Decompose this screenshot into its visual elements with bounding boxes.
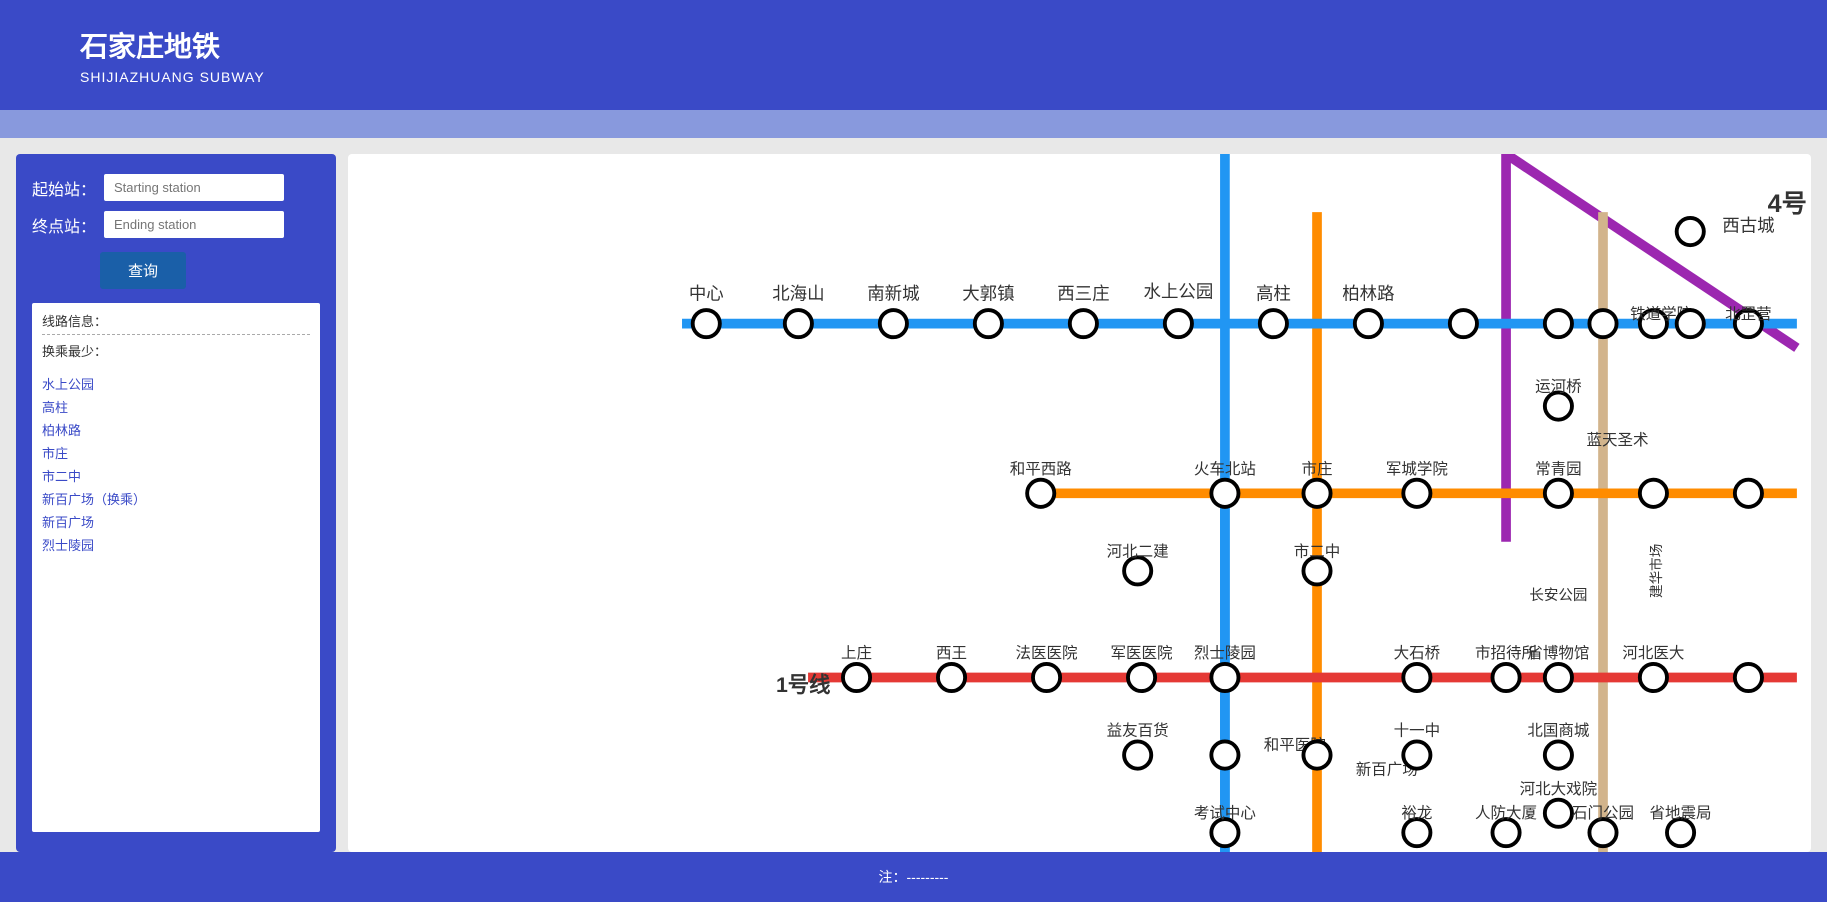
svg-text:裕龙: 裕龙 xyxy=(1401,804,1432,822)
svg-text:烈士陵园: 烈士陵园 xyxy=(1194,644,1256,662)
station-list-item[interactable]: 市庄 xyxy=(42,441,310,464)
header: 石家庄地铁 SHIJIAZHUANG SUBWAY xyxy=(0,0,1827,110)
svg-text:长安公园: 长安公园 xyxy=(1529,587,1587,604)
svg-text:省博物馆: 省博物馆 xyxy=(1527,644,1589,662)
svg-text:常青园: 常青园 xyxy=(1535,460,1582,478)
end-station-row: 终点站： xyxy=(32,211,320,238)
svg-text:西古城: 西古城 xyxy=(1722,216,1774,236)
svg-text:河北大戏院: 河北大戏院 xyxy=(1520,779,1598,798)
station-list-item[interactable]: 高柱 xyxy=(42,395,310,418)
start-label: 起始站： xyxy=(32,176,96,200)
end-station-input[interactable] xyxy=(104,211,284,238)
svg-text:军城学院: 军城学院 xyxy=(1386,459,1448,478)
svg-text:和平西路: 和平西路 xyxy=(1010,460,1073,478)
svg-text:火车北站: 火车北站 xyxy=(1194,460,1256,478)
footer-note: 注：--------- xyxy=(879,867,949,887)
svg-text:市庄: 市庄 xyxy=(1302,460,1333,478)
transfer-label: 换乘最少： xyxy=(42,341,310,360)
start-station-input[interactable] xyxy=(104,174,284,201)
route-info-panel: 线路信息： 换乘最少： 水上公园高柱柏林路市庄市二中新百广场（换乘）新百广场烈士… xyxy=(32,303,320,832)
station-list: 水上公园高柱柏林路市庄市二中新百广场（换乘）新百广场烈士陵园 xyxy=(42,372,310,556)
svg-text:法医医院: 法医医院 xyxy=(1016,643,1078,662)
station-list-item[interactable]: 新百广场 xyxy=(42,510,310,533)
svg-text:南新城: 南新城 xyxy=(867,283,919,303)
svg-text:中心: 中心 xyxy=(689,283,724,303)
svg-text:柏林路: 柏林路 xyxy=(1342,283,1394,303)
svg-text:市二中: 市二中 xyxy=(1294,542,1341,560)
svg-text:石门公园: 石门公园 xyxy=(1572,804,1634,822)
svg-text:4号: 4号 xyxy=(1768,190,1807,218)
svg-text:1号线: 1号线 xyxy=(776,672,830,697)
app-title-chinese: 石家庄地铁 xyxy=(80,25,265,65)
app-title-english: SHIJIAZHUANG SUBWAY xyxy=(80,69,265,85)
svg-text:十一中: 十一中 xyxy=(1394,722,1441,740)
svg-text:水上公园: 水上公园 xyxy=(1144,281,1214,301)
footer: 注：--------- xyxy=(0,852,1827,902)
svg-text:益友百货: 益友百货 xyxy=(1107,722,1169,740)
svg-text:建华市场: 建华市场 xyxy=(1648,544,1664,598)
station-list-item[interactable]: 柏林路 xyxy=(42,418,310,441)
subway-map-container[interactable]: 中心 北海山 南新城 大郭镇 西三庄 水上公园 高柱 柏林路 和平西路 火车北站… xyxy=(348,154,1811,852)
svg-text:军医医院: 军医医院 xyxy=(1111,643,1173,662)
svg-text:北海山: 北海山 xyxy=(772,283,824,303)
route-info-title: 线路信息： xyxy=(42,311,310,335)
svg-text:考试中心: 考试中心 xyxy=(1194,804,1256,822)
query-button[interactable]: 查询 xyxy=(100,252,186,289)
left-panel: 起始站： 终点站： 查询 线路信息： 换乘最少： 水上公园高柱柏林路市庄市二中新… xyxy=(16,154,336,852)
subway-map-svg: 中心 北海山 南新城 大郭镇 西三庄 水上公园 高柱 柏林路 和平西路 火车北站… xyxy=(348,154,1811,852)
svg-text:西王: 西王 xyxy=(936,645,967,662)
main-content: 起始站： 终点站： 查询 线路信息： 换乘最少： 水上公园高柱柏林路市庄市二中新… xyxy=(0,138,1827,852)
end-label: 终点站： xyxy=(32,213,96,237)
svg-text:高柱: 高柱 xyxy=(1256,283,1291,303)
station-list-item[interactable]: 烈士陵园 xyxy=(42,533,310,556)
svg-text:河北二建: 河北二建 xyxy=(1107,542,1169,560)
station-list-item[interactable]: 市二中 xyxy=(42,464,310,487)
svg-text:大郭镇: 大郭镇 xyxy=(962,283,1014,303)
station-list-item[interactable]: 新百广场（换乘） xyxy=(42,487,310,510)
station-list-item[interactable]: 水上公园 xyxy=(42,372,310,395)
svg-text:北国商城: 北国商城 xyxy=(1527,722,1590,740)
svg-text:上庄: 上庄 xyxy=(841,644,872,662)
svg-text:北罡营: 北罡营 xyxy=(1725,305,1772,323)
svg-text:大石桥: 大石桥 xyxy=(1394,644,1441,662)
svg-text:河北医大: 河北医大 xyxy=(1622,644,1684,662)
svg-text:省地震局: 省地震局 xyxy=(1650,804,1712,822)
subheader-strip xyxy=(0,110,1827,138)
start-station-row: 起始站： xyxy=(32,174,320,201)
svg-text:蓝天圣术: 蓝天圣术 xyxy=(1587,431,1649,449)
svg-text:运河桥: 运河桥 xyxy=(1535,378,1582,396)
svg-text:人防大厦: 人防大厦 xyxy=(1475,804,1537,822)
svg-text:西三庄: 西三庄 xyxy=(1057,283,1109,303)
